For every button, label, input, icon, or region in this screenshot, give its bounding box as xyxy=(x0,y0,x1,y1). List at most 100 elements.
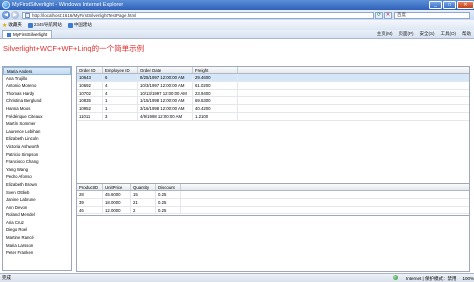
order-details-grid[interactable]: ProductID UnitPrice Quantity Discount 28 45.… xyxy=(76,183,470,272)
column-header[interactable]: Freight xyxy=(193,67,238,73)
window-title: MyFirstSilverlight - Windows Internet Ex… xyxy=(12,2,124,8)
favorites-label[interactable]: 收藏夹 xyxy=(8,22,22,28)
table-cell: 12.0000 xyxy=(103,206,131,214)
column-header[interactable]: ProductID xyxy=(77,184,103,190)
column-header[interactable]: Order Date xyxy=(138,67,193,73)
table-cell: 0.25 xyxy=(156,198,181,206)
table-row[interactable]: 11011 3 4/9/1998 12:00:00 AM 1.2100 xyxy=(77,112,469,121)
security-zone: Internet | 保护模式：禁用 xyxy=(387,274,457,282)
table-row[interactable]: 46 12.0000 2 0.25 xyxy=(77,206,469,215)
table-cell: 46 xyxy=(77,206,103,214)
table-cell: 10835 xyxy=(77,97,103,105)
list-item[interactable]: Yang Wang xyxy=(3,166,71,174)
list-item[interactable]: Diego Roel xyxy=(3,226,71,234)
list-item[interactable]: Ana Trujillo xyxy=(3,75,71,83)
zoom-level[interactable]: 100% xyxy=(462,276,474,281)
table-cell: 40.4200 xyxy=(193,105,238,112)
address-text: http://localhost:1616/MyFirstSilverlight… xyxy=(32,12,137,18)
page-icon xyxy=(7,32,11,37)
maximize-button[interactable]: □ xyxy=(443,0,456,9)
orders-grid-body: 10643 6 8/25/1997 12:00:00 AM 29.4600 10692 4… xyxy=(77,74,469,121)
table-cell: 10952 xyxy=(77,105,103,112)
column-header[interactable]: UnitPrice xyxy=(103,184,131,190)
list-item[interactable]: Peter Franken xyxy=(3,249,71,257)
column-header[interactable]: Employee ID xyxy=(103,67,138,73)
list-item[interactable]: Thomas Hardy xyxy=(3,90,71,98)
table-row[interactable]: 10643 6 8/25/1997 12:00:00 AM 29.4600 xyxy=(77,74,469,82)
favorite-item[interactable]: 2345导航网站 xyxy=(27,22,62,28)
column-header[interactable]: Order ID xyxy=(77,67,103,73)
column-header[interactable]: Discount xyxy=(156,184,181,190)
page-menu[interactable]: 页面(P) xyxy=(399,31,414,37)
list-item[interactable]: Sven Ottlieb xyxy=(3,189,71,197)
minimize-button[interactable]: _ xyxy=(429,0,442,9)
stop-button[interactable]: ✕ xyxy=(384,11,392,19)
table-cell: 28 xyxy=(77,191,103,198)
close-button[interactable]: ✕ xyxy=(457,0,474,9)
list-item[interactable]: Roland Mendel xyxy=(3,211,71,219)
table-cell: 1 xyxy=(103,105,138,112)
table-cell: 4 xyxy=(103,81,138,89)
table-cell: 21 xyxy=(131,198,156,206)
table-cell: 0.25 xyxy=(156,206,181,214)
list-item[interactable]: Elizabeth Lincoln xyxy=(3,135,71,143)
list-item[interactable]: Maria Larsson xyxy=(3,242,71,250)
list-item[interactable]: Pedro Afonso xyxy=(3,173,71,181)
page-icon xyxy=(25,12,30,18)
list-item[interactable]: Maria Anders xyxy=(3,67,71,75)
table-row[interactable]: 10835 1 1/15/1998 12:00:00 AM 69.5300 xyxy=(77,97,469,106)
list-item[interactable]: Hanna Moos xyxy=(3,105,71,113)
ie-logo-icon xyxy=(2,1,10,9)
favorite-item-label: 中国建站 xyxy=(73,22,92,27)
list-item[interactable]: Laurence Lebihan xyxy=(3,128,71,136)
table-cell: 0.25 xyxy=(156,191,181,198)
tab-myfirstsilverlight[interactable]: MyFirstSilverlight xyxy=(2,30,53,38)
forward-button[interactable]: ▶ xyxy=(11,11,19,19)
table-cell: 29.4600 xyxy=(193,74,238,81)
list-item[interactable]: Christina Berglund xyxy=(3,97,71,105)
table-cell: 15 xyxy=(131,191,156,198)
table-cell: 1/15/1998 12:00:00 AM xyxy=(138,97,193,105)
tools-menu[interactable]: 工具(O) xyxy=(441,31,457,37)
list-item[interactable]: Ann Devon xyxy=(3,204,71,212)
list-item[interactable]: Antonio Moreno xyxy=(3,82,71,90)
favorites-bar: ★ 收藏夹 2345导航网站 中国建站 xyxy=(0,20,474,30)
table-row[interactable]: 28 45.6000 15 0.25 xyxy=(77,191,469,199)
table-cell: 23.9400 xyxy=(193,89,238,97)
back-button[interactable]: ◀ xyxy=(2,11,10,19)
list-item[interactable]: Martín Sommer xyxy=(3,120,71,128)
table-cell: 3/16/1998 12:00:00 AM xyxy=(138,105,193,112)
customer-list[interactable]: Maria Anders Ana Trujillo Antonio Moreno Th… xyxy=(2,66,72,271)
help-menu[interactable]: 帮助 xyxy=(462,31,471,37)
list-item[interactable]: Francisco Chang xyxy=(3,158,71,166)
safety-menu[interactable]: 安全(S) xyxy=(420,31,435,37)
table-cell: 39 xyxy=(77,198,103,206)
zone-text: Internet | 保护模式：禁用 xyxy=(406,275,457,281)
list-item[interactable]: Martine Rancé xyxy=(3,234,71,242)
refresh-button[interactable]: ⟳ xyxy=(375,11,383,19)
table-row[interactable]: 10692 4 10/3/1997 12:00:00 AM 61.0200 xyxy=(77,81,469,90)
address-bar[interactable]: http://localhost:1616/MyFirstSilverlight… xyxy=(22,11,374,19)
table-row[interactable]: 10952 1 3/16/1998 12:00:00 AM 40.4200 xyxy=(77,105,469,113)
favorites-star-icon[interactable]: ★ xyxy=(2,22,7,29)
table-row[interactable]: 10702 4 10/13/1997 12:00:00 AM 23.9400 xyxy=(77,89,469,98)
orders-grid-header: Order ID Employee ID Order Date Freight xyxy=(77,67,469,74)
list-item[interactable]: Patricio Simpson xyxy=(3,151,71,159)
home-button[interactable]: 主页(M) xyxy=(377,31,393,37)
table-cell: 8/25/1997 12:00:00 AM xyxy=(138,74,193,81)
status-bar: 完成 Internet | 保护模式：禁用 100% xyxy=(0,273,474,282)
search-box[interactable]: 百度 xyxy=(394,11,470,19)
favorite-item[interactable]: 中国建站 xyxy=(67,22,92,28)
list-item[interactable]: Frédérique Citeaux xyxy=(3,113,71,121)
table-cell: 4 xyxy=(103,89,138,97)
title-bar: MyFirstSilverlight - Windows Internet Ex… xyxy=(0,0,474,10)
list-item[interactable]: Elizabeth Brown xyxy=(3,181,71,189)
list-item[interactable]: Janine Labrune xyxy=(3,196,71,204)
list-item[interactable]: Victoria Ashworth xyxy=(3,143,71,151)
link-icon xyxy=(27,22,33,28)
list-item[interactable]: Aria Cruz xyxy=(3,219,71,227)
table-row[interactable]: 39 18.0000 21 0.25 xyxy=(77,198,469,207)
table-cell: 10/3/1997 12:00:00 AM xyxy=(138,81,193,89)
table-cell: 2 xyxy=(131,206,156,214)
column-header[interactable]: Quantity xyxy=(131,184,156,190)
